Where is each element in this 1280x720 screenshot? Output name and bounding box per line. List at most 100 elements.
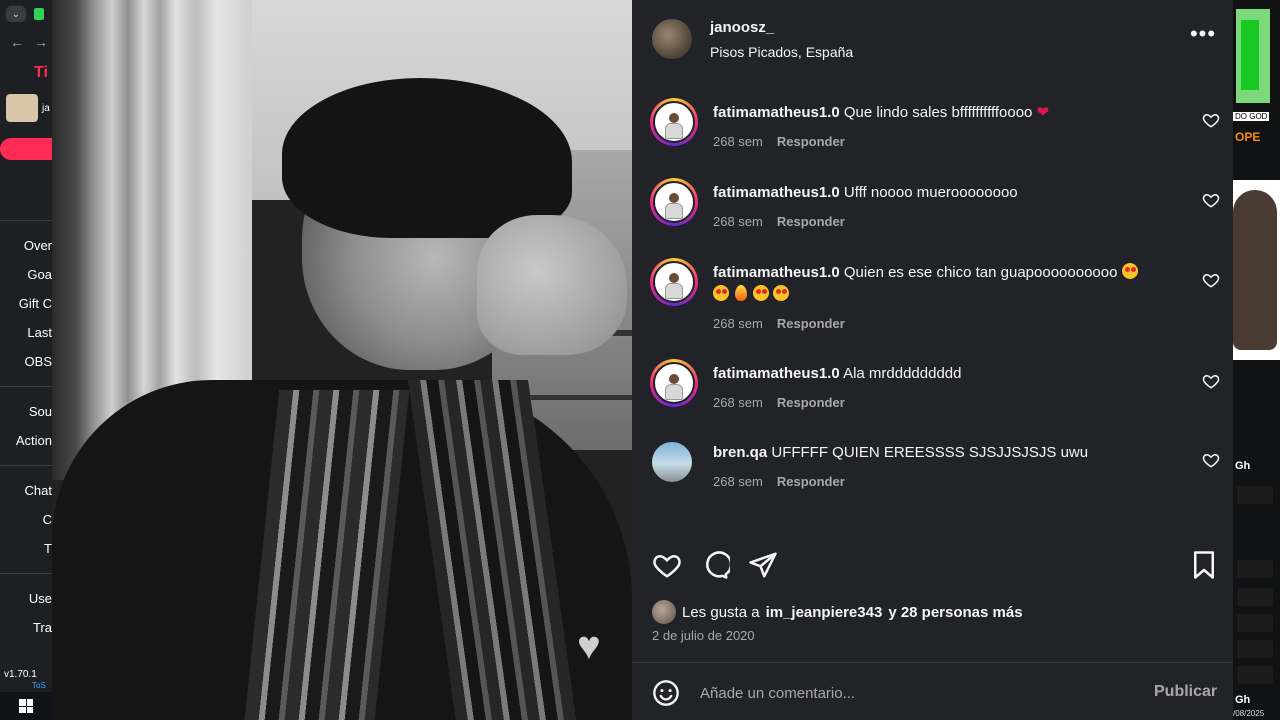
- back-arrow-icon[interactable]: ←: [10, 34, 24, 50]
- forward-arrow-icon[interactable]: →: [34, 34, 48, 50]
- comment-body: Ala mrddddddddd: [843, 365, 962, 382]
- user-row[interactable]: ja: [0, 90, 52, 126]
- emoji-smiley-icon[interactable]: [652, 679, 680, 707]
- post-date: 2 de julio de 2020: [652, 628, 755, 643]
- star-struck-emoji-icon: [1121, 263, 1138, 279]
- like-heart-icon[interactable]: [652, 550, 682, 580]
- comment-meta: 268 sem Responder: [713, 395, 845, 410]
- comment-time: 268 sem: [713, 395, 763, 410]
- post-detail-panel: janoosz_ Pisos Picados, España ••• fatim…: [632, 0, 1233, 720]
- comment-username[interactable]: bren.qa: [713, 444, 767, 461]
- comment-meta: 268 sem Responder: [713, 316, 845, 331]
- comment-text: fatimamatheus1.0 Que lindo sales bffffff…: [713, 102, 1163, 124]
- comment-meta: 268 sem Responder: [713, 134, 845, 149]
- comment-text: bren.qa UFFFFF QUIEN EREESSSS SJSJJSJSJS…: [713, 442, 1163, 464]
- commenter-avatar[interactable]: [650, 258, 698, 306]
- more-options-icon[interactable]: •••: [1188, 23, 1218, 52]
- sidebar-item-obs[interactable]: OBS: [0, 347, 52, 376]
- list-row: [1237, 560, 1273, 578]
- comment-username[interactable]: fatimamatheus1.0: [713, 365, 840, 382]
- author-username[interactable]: janoosz_: [710, 19, 774, 36]
- post-photo[interactable]: ♥: [52, 0, 632, 720]
- chat-label: Gh: [1235, 694, 1251, 706]
- sidebar-item-sounds[interactable]: Sou: [0, 397, 52, 426]
- sidebar-item-users[interactable]: Use: [0, 584, 52, 613]
- sidebar-item-tra[interactable]: Tra: [0, 613, 52, 642]
- comment-time: 268 sem: [713, 474, 763, 489]
- divider: [0, 465, 52, 466]
- sidebar-item-last[interactable]: Last: [0, 318, 52, 347]
- user-name: ja: [42, 102, 50, 114]
- sidebar-item-chat[interactable]: Chat: [0, 476, 52, 505]
- star-struck-emoji-icon: [773, 285, 789, 301]
- comment-body: Que lindo sales bffffffffffoooo: [843, 104, 1033, 121]
- screen: ⌄ ← → Ti ja Over Goa Gift C Last OBS Sou…: [0, 0, 1280, 720]
- share-send-icon[interactable]: [748, 550, 778, 580]
- shirt-heart-icon: ♥: [577, 624, 601, 668]
- avatar: [6, 94, 38, 122]
- reply-button[interactable]: Responder: [777, 474, 845, 489]
- windows-start-button[interactable]: [0, 692, 52, 720]
- comment-meta: 268 sem Responder: [713, 474, 845, 489]
- tos-link[interactable]: ToS: [32, 681, 46, 690]
- like-comment-heart-icon[interactable]: [1202, 271, 1220, 289]
- save-bookmark-icon[interactable]: [1189, 550, 1219, 580]
- divider: [0, 573, 52, 574]
- sidebar-item-gift[interactable]: Gift C: [0, 289, 52, 318]
- comment-body: Quien es ese chico tan guapoooooooooo: [843, 264, 1118, 281]
- comment-username[interactable]: fatimamatheus1.0: [713, 104, 840, 121]
- list-row: [1237, 614, 1273, 632]
- like-comment-heart-icon[interactable]: [1202, 372, 1220, 390]
- sidebar-item-actions[interactable]: Action: [0, 426, 52, 455]
- divider: [0, 386, 52, 387]
- publish-button[interactable]: Publicar: [1154, 683, 1217, 701]
- list-row: [1237, 666, 1273, 684]
- reply-button[interactable]: Responder: [777, 214, 845, 229]
- author-avatar[interactable]: [652, 19, 692, 59]
- background-app-right: DO GOD OPE Gh Gh /08/2025: [1233, 0, 1280, 720]
- reply-button[interactable]: Responder: [777, 134, 845, 149]
- list-row: [1237, 588, 1273, 606]
- sidebar-item-c[interactable]: C: [0, 505, 52, 534]
- comment-body: UFFFFF QUIEN EREESSSS SJSJJSJSJS uwu: [771, 444, 1089, 461]
- like-comment-heart-icon[interactable]: [1202, 191, 1220, 209]
- likes-summary[interactable]: Les gusta a im_jeanpiere343 y 28 persona…: [652, 600, 1023, 624]
- red-heart-emoji-icon: ❤: [1036, 104, 1050, 121]
- comment-bubble-icon[interactable]: [700, 550, 730, 580]
- commenter-avatar[interactable]: [650, 359, 698, 407]
- primary-button[interactable]: [0, 138, 52, 160]
- sidebar-item-goals[interactable]: Goa: [0, 260, 52, 289]
- comment-username[interactable]: fatimamatheus1.0: [713, 184, 840, 201]
- star-struck-emoji-icon: [753, 285, 769, 301]
- like-comment-heart-icon[interactable]: [1202, 451, 1220, 469]
- chevron-down-icon[interactable]: ⌄: [6, 6, 26, 22]
- thumbnail-caption: DO GOD: [1233, 112, 1270, 121]
- commenter-avatar[interactable]: [650, 98, 698, 146]
- commenter-avatar[interactable]: [650, 178, 698, 226]
- commenter-avatar[interactable]: [652, 442, 692, 482]
- window-controls: ⌄: [0, 0, 52, 28]
- chat-label: Gh: [1235, 460, 1251, 472]
- app-brand: Ti: [34, 64, 48, 81]
- app-logo-icon: [34, 8, 44, 20]
- like-comment-heart-icon[interactable]: [1202, 111, 1220, 129]
- game-thumbnail-detail: [1241, 20, 1259, 90]
- sidebar-item-overlays[interactable]: Over: [0, 231, 52, 260]
- background-app-sidebar: ⌄ ← → Ti ja Over Goa Gift C Last OBS Sou…: [0, 0, 52, 720]
- comment-time: 268 sem: [713, 134, 763, 149]
- comment-username[interactable]: fatimamatheus1.0: [713, 264, 840, 281]
- comment-input[interactable]: [700, 678, 1130, 708]
- sidebar-item-t[interactable]: T: [0, 534, 52, 563]
- reply-button[interactable]: Responder: [777, 316, 845, 331]
- comment-body: Ufff noooo mueroooooooo: [843, 184, 1018, 201]
- post-location[interactable]: Pisos Picados, España: [710, 44, 853, 60]
- browser-nav: ← →: [0, 28, 52, 56]
- add-comment-bar: Publicar: [632, 663, 1233, 720]
- comment-text: fatimamatheus1.0 Ala mrddddddddd: [713, 363, 1163, 385]
- list-row: [1237, 486, 1273, 504]
- liker-username[interactable]: im_jeanpiere343: [766, 604, 883, 621]
- likes-count-text[interactable]: y 28 personas más: [888, 604, 1022, 621]
- reply-button[interactable]: Responder: [777, 395, 845, 410]
- character-image: [1233, 180, 1280, 360]
- star-struck-emoji-icon: [713, 285, 729, 301]
